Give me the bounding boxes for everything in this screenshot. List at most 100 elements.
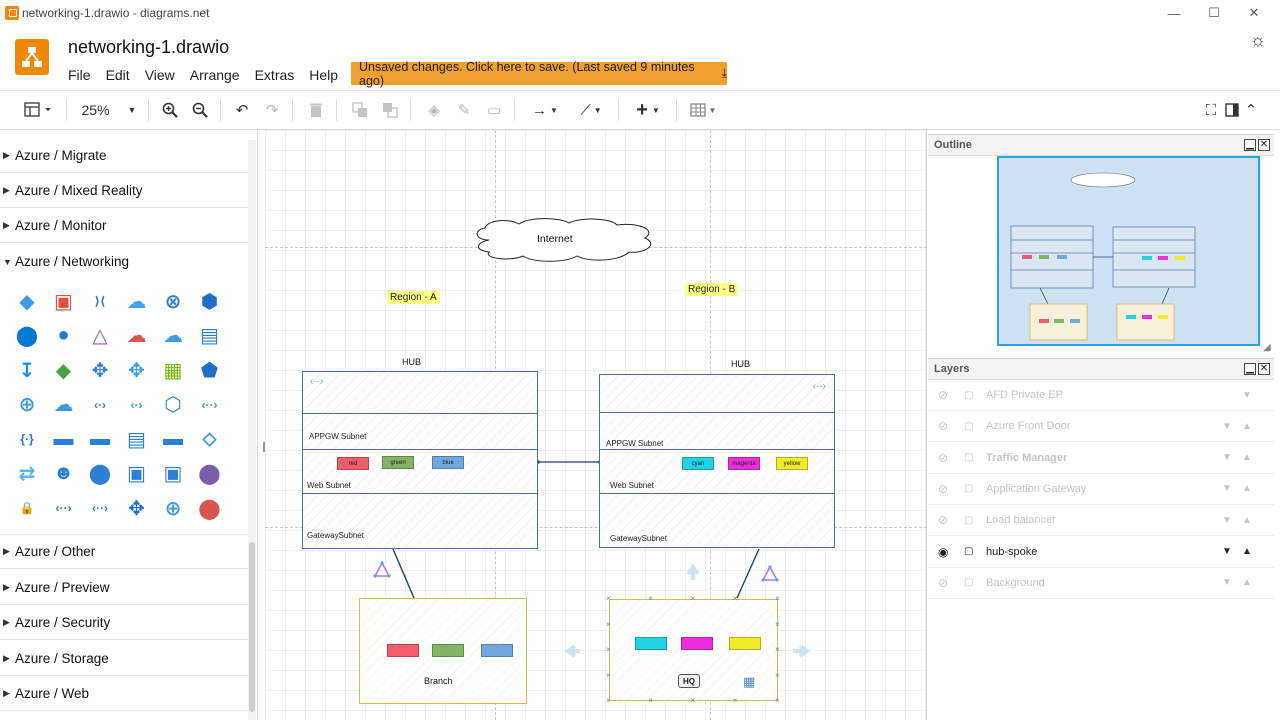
line-color-button[interactable]: ✎	[454, 99, 474, 121]
close-window-button[interactable]: ✕	[1234, 0, 1274, 26]
insert-button[interactable]: + ▼	[630, 99, 666, 121]
menu-view[interactable]: View	[145, 67, 175, 83]
branch-chip[interactable]	[432, 644, 464, 657]
move-layer-up-icon[interactable]: ▲	[1242, 515, 1252, 526]
eye-icon[interactable]: ◉	[938, 545, 958, 559]
shield-icon[interactable]: ⬢	[195, 287, 225, 315]
to-back-button[interactable]	[380, 99, 400, 121]
nat-icon[interactable]: ▤	[195, 322, 225, 350]
fill-color-button[interactable]: ◈	[424, 99, 444, 121]
shadow-button[interactable]: ▭	[484, 99, 504, 121]
resize-handle[interactable]: ×	[733, 595, 739, 603]
format-panel-button[interactable]	[1224, 99, 1240, 121]
network-monitor-icon[interactable]: ▣	[158, 460, 188, 488]
local-network-gateway-icon[interactable]: ⇄	[12, 460, 42, 488]
menu-arrange[interactable]: Arrange	[190, 67, 240, 83]
resize-handle[interactable]: ×	[606, 671, 612, 679]
move-layer-up-icon[interactable]: ▲	[1242, 546, 1252, 557]
user-vpn-icon[interactable]: ☻	[49, 460, 79, 488]
vm-chip-green[interactable]: green	[382, 456, 414, 469]
virtual-network-peering-icon[interactable]: ‹··›	[85, 494, 115, 522]
branch-chip[interactable]	[387, 644, 419, 657]
expressroute-icon[interactable]: ⟩⟨	[85, 287, 115, 315]
outline-panel[interactable]: ◢	[928, 156, 1274, 356]
move-layer-down-icon[interactable]: ▼	[1242, 390, 1252, 401]
layer-row[interactable]: ◉ ▢ hub-spoke ▼ ▲	[928, 537, 1274, 568]
layer-row[interactable]: ⊘ ▢ Azure Front Door ▼ ▲	[928, 411, 1274, 443]
region-b-label[interactable]: Region - B	[685, 283, 739, 296]
undo-button[interactable]: ↶	[232, 99, 252, 121]
menu-extras[interactable]: Extras	[255, 67, 295, 83]
network-interface-icon[interactable]: ↧	[12, 356, 42, 384]
vm-chip-magenta[interactable]: magenta	[728, 457, 760, 470]
category-azure-monitor[interactable]: ▶ Azure / Monitor	[0, 208, 248, 243]
category-azure-storage[interactable]: ▶ Azure / Storage	[0, 641, 248, 676]
branch-chip[interactable]	[481, 644, 513, 657]
layers-close-button[interactable]: ✕	[1258, 363, 1270, 375]
resize-handle[interactable]: ×	[775, 697, 781, 705]
layer-row[interactable]: ⊘ ▢ Background ▼ ▲	[928, 568, 1274, 599]
resize-handle[interactable]: ×	[775, 620, 781, 628]
move-layer-down-icon[interactable]: ▼	[1222, 515, 1232, 526]
move-layer-up-icon[interactable]: ▲	[1242, 452, 1252, 463]
branch-site[interactable]: Branch	[359, 598, 527, 704]
monitor-icon[interactable]: ▣	[122, 460, 152, 488]
ddos-plan-icon[interactable]: ⬤	[195, 494, 225, 522]
cdn-icon[interactable]: ☁	[122, 287, 152, 315]
application-gateway-icon[interactable]: ⬤	[195, 460, 225, 488]
eye-off-icon[interactable]: ⊘	[938, 388, 958, 402]
service-endpoint-icon[interactable]: ‹··›	[195, 391, 225, 419]
lock-icon[interactable]: ▢	[964, 390, 978, 401]
maximize-button[interactable]: ☐	[1194, 0, 1234, 26]
lock-icon[interactable]: ▢	[964, 483, 978, 494]
category-azure-mixed-reality[interactable]: ▶ Azure / Mixed Reality	[0, 173, 248, 208]
resize-handle[interactable]: ×	[775, 595, 781, 603]
zoom-in-button[interactable]	[160, 99, 180, 121]
diagram-canvas[interactable]: Internet Region - A Region - B HUB ‹··› …	[265, 130, 927, 720]
ip-groups-icon[interactable]: ⬤	[85, 460, 115, 488]
network-manager-icon[interactable]: ▤	[122, 425, 152, 453]
traffic-manager-icon[interactable]: ✥	[85, 356, 115, 384]
web-app-firewall-icon[interactable]: ▬	[158, 425, 188, 453]
region-a-label[interactable]: Region - A	[387, 291, 440, 304]
resize-handle[interactable]: ×	[733, 697, 739, 705]
resize-handle[interactable]: ×	[691, 595, 697, 603]
category-azure-migrate[interactable]: ▶ Azure / Migrate	[0, 138, 248, 173]
connection-style-button[interactable]: → ▼	[528, 99, 562, 121]
unsaved-changes-banner[interactable]: Unsaved changes. Click here to save. (La…	[351, 60, 727, 88]
layer-row[interactable]: ⊘ ▢ Traffic Manager ▼ ▲	[928, 443, 1274, 474]
vm-chip-cyan[interactable]: cyan	[682, 457, 714, 470]
lock-icon[interactable]: ▢	[964, 577, 978, 588]
minimize-button[interactable]: —	[1154, 0, 1194, 26]
vm-chip-red[interactable]: red	[337, 457, 369, 470]
hq-site[interactable]: HQ ▦	[609, 599, 778, 701]
layer-row[interactable]: ⊘ ▢ AFD Private EP ▼	[928, 380, 1274, 411]
move-layer-down-icon[interactable]: ▼	[1222, 452, 1232, 463]
private-endpoint-icon[interactable]: ⬡	[158, 391, 188, 419]
drawio-logo[interactable]	[15, 39, 49, 75]
category-azure-networking[interactable]: ▼ Azure / Networking	[0, 244, 248, 279]
firewall-policy-icon[interactable]: ☁	[122, 322, 152, 350]
hub-a-vnet[interactable]: ‹··› APPGW Subnet Web Subnet GatewaySubn…	[302, 371, 538, 549]
lock-icon[interactable]: 🔒	[12, 494, 42, 522]
connection-icon[interactable]: ⊗	[158, 287, 188, 315]
virtual-network-icon[interactable]: {·}	[12, 425, 42, 453]
move-layer-down-icon[interactable]: ▼	[1222, 421, 1232, 432]
resize-handle[interactable]: ×	[648, 595, 654, 603]
move-layer-up-icon[interactable]: ▲	[1242, 421, 1252, 432]
network-security-group-icon[interactable]: ⬟	[195, 356, 225, 384]
sun-icon[interactable]: ☼	[1250, 30, 1267, 51]
layer-row[interactable]: ⊘ ▢ Application Gateway ▼ ▲	[928, 474, 1274, 505]
cloud-upload-icon[interactable]: ☁	[49, 391, 79, 419]
fullscreen-button[interactable]: ⛶	[1202, 99, 1220, 121]
hq-chip[interactable]	[681, 637, 713, 650]
category-azure-preview[interactable]: ▶ Azure / Preview	[0, 570, 248, 605]
menu-help[interactable]: Help	[309, 67, 338, 83]
layer-row[interactable]: ⊘ ▢ Load balancer ▼ ▲	[928, 505, 1274, 537]
resize-grip-icon[interactable]: ◢	[1263, 342, 1271, 353]
outline-close-button[interactable]: ✕	[1258, 139, 1270, 151]
peering-icon[interactable]: ‹··›	[49, 494, 79, 522]
delete-button[interactable]	[306, 99, 326, 121]
category-azure-other[interactable]: ▶ Azure / Other	[0, 534, 248, 569]
redo-button[interactable]: ↷	[262, 99, 282, 121]
